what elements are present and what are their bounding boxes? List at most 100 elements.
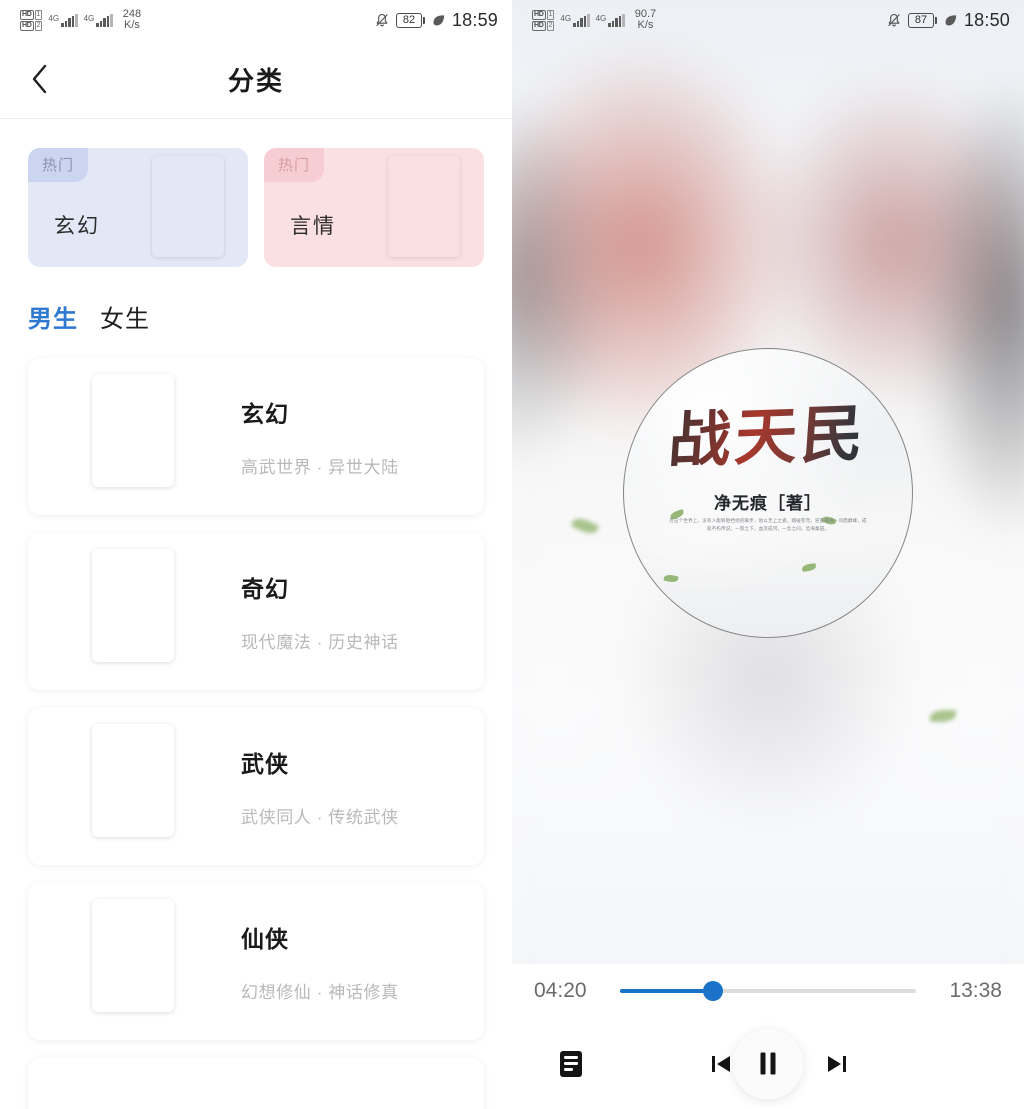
battery-percent: 82 [395, 12, 422, 28]
hot-card-xuanhuan[interactable]: 热门 玄幻 [28, 148, 248, 267]
clock-left: 18:59 [451, 9, 498, 30]
hd-label-1: HD [20, 9, 34, 20]
hot-card-covers-1 [136, 156, 240, 259]
hd-label-1: HD [532, 9, 546, 20]
book-author: 净无痕［著］ [714, 494, 822, 513]
category-title: 玄幻 [241, 401, 289, 427]
category-subtitle: 武侠同人 · 传统武侠 [241, 808, 399, 827]
category-title: 奇幻 [241, 576, 289, 602]
book-title: 战天民 [624, 401, 912, 476]
category-title: 仙侠 [241, 926, 289, 952]
category-card-xuanhuan[interactable]: 玄幻 高武世界 · 异世大陆 [28, 358, 484, 515]
tab-female[interactable]: 女生 [100, 299, 150, 334]
network-speed-unit: K/s [637, 19, 654, 31]
signal-bars-2 [608, 13, 625, 27]
progress-slider[interactable] [620, 981, 916, 1001]
progress-fill [620, 989, 713, 993]
battery-cap [422, 16, 425, 24]
leaf-power-saving-icon [945, 14, 957, 25]
tab-male[interactable]: 男生 [28, 299, 78, 334]
battery-cap [934, 16, 937, 24]
network-speed: 90.7 K/s [635, 9, 656, 31]
cover-center [92, 899, 174, 1012]
signal-bars-1 [573, 13, 590, 27]
hd-icon: HD 1 HD 2 [532, 9, 555, 31]
signal-bars-icon-1: 4G [560, 13, 590, 27]
cover-center [92, 724, 174, 837]
status-bar-left: HD 1 HD 2 4G 4G 248 K/s 82 18:59 [0, 0, 512, 40]
network-type-label-1: 4G [560, 13, 572, 23]
status-bar-left-icons: HD 1 HD 2 4G 4G 248 K/s [20, 9, 141, 31]
network-type-label-2: 4G [595, 13, 607, 23]
signal-bars-2 [96, 13, 113, 27]
category-list: 玄幻 高武世界 · 异世大陆 奇幻 现代魔法 · 历史神话 武侠 武侠同人 · … [0, 334, 512, 1109]
signal-bars-icon-1: 4G [48, 13, 78, 27]
cover-thumb-front [388, 156, 460, 257]
current-time: 04:20 [534, 979, 587, 1002]
dual-screenshot: HD 1 HD 2 4G 4G 248 K/s 82 18:59 分类 热门 玄… [0, 0, 1024, 1109]
total-time: 13:38 [949, 979, 1002, 1002]
hd-label-2: HD [20, 20, 34, 31]
category-text: 武侠 武侠同人 · 传统武侠 [241, 745, 399, 828]
category-card-partial[interactable] [28, 1058, 484, 1109]
cover-center [92, 549, 174, 662]
status-bar-right-icons: 82 18:59 [374, 10, 498, 31]
page-title: 分类 [227, 65, 284, 96]
hot-card-yanqing[interactable]: 热门 言情 [264, 148, 484, 267]
clock-right: 18:50 [963, 9, 1010, 30]
hot-card-name-1: 玄幻 [54, 215, 100, 238]
bell-mute-icon [888, 13, 900, 26]
chapter-list-button[interactable] [554, 1047, 588, 1081]
chapter-list-icon [560, 1050, 582, 1077]
leaf-decoration-icon [663, 573, 679, 584]
category-card-xianxia[interactable]: 仙侠 幻想修仙 · 神话修真 [28, 883, 484, 1040]
hot-badge-1: 热门 [28, 148, 89, 182]
cover-center [92, 374, 174, 487]
transport-buttons [512, 1018, 1024, 1109]
hot-card-covers-2 [372, 156, 476, 259]
hot-categories-row: 热门 玄幻 热门 言情 [0, 119, 512, 267]
gender-tabs: 男生 女生 [0, 267, 512, 334]
category-subtitle: 高武世界 · 异世大陆 [241, 458, 399, 477]
category-subtitle: 现代魔法 · 历史神话 [241, 633, 399, 652]
next-track-button[interactable] [820, 1047, 854, 1081]
play-pause-button[interactable] [732, 1028, 804, 1099]
status-bar-right: HD 1 HD 2 4G 4G 90.7 K/s 87 18:50 [512, 0, 1024, 40]
category-covers [53, 374, 213, 499]
sim-index-2: 2 [546, 20, 555, 31]
nav-bar: 分类 [0, 40, 512, 118]
category-title: 武侠 [241, 751, 289, 777]
book-blurb: 在这个世界上，没有人能够阻挡他的脚步，他以无上之姿，踏破苍穹，逆乱乾坤，问鼎巅峰… [669, 518, 867, 531]
category-screen: HD 1 HD 2 4G 4G 248 K/s 82 18:59 分类 热门 玄… [0, 0, 512, 1109]
status-bar-right-icons: 87 18:50 [886, 10, 1010, 31]
category-text: 奇幻 现代魔法 · 历史神话 [241, 570, 399, 653]
signal-bars-1 [61, 13, 78, 27]
category-covers [53, 549, 213, 674]
category-card-qihuan[interactable]: 奇幻 现代魔法 · 历史神话 [28, 533, 484, 690]
network-speed: 248 K/s [123, 9, 141, 31]
battery-percent: 87 [907, 12, 934, 28]
hd-icon: HD 1 HD 2 [20, 9, 43, 31]
leaf-decoration-icon [801, 563, 817, 572]
category-text: 仙侠 幻想修仙 · 神话修真 [241, 920, 399, 1003]
sim-index-1: 1 [34, 9, 43, 20]
battery-icon: 82 [395, 12, 425, 28]
progress-thumb[interactable] [702, 981, 723, 1001]
network-type-label-2: 4G [83, 13, 95, 23]
hot-badge-2: 热门 [264, 148, 325, 182]
skip-next-icon [828, 1055, 846, 1072]
player-controls: 04:20 13:38 [512, 964, 1024, 1109]
sim-index-1: 1 [546, 9, 555, 20]
hd-label-2: HD [532, 20, 546, 31]
battery-icon: 87 [907, 12, 937, 28]
album-art-disc: 战天民 净无痕［著］ 在这个世界上，没有人能够阻挡他的脚步，他以无上之姿，踏破苍… [623, 348, 913, 638]
network-type-label-1: 4G [48, 13, 60, 23]
category-card-wuxia[interactable]: 武侠 武侠同人 · 传统武侠 [28, 708, 484, 865]
leaf-power-saving-icon [433, 14, 445, 25]
album-art-wrapper[interactable]: 战天民 净无痕［著］ 在这个世界上，没有人能够阻挡他的脚步，他以无上之姿，踏破苍… [623, 348, 913, 638]
cover-thumb-front [152, 156, 224, 257]
sim-index-2: 2 [34, 20, 43, 31]
back-button[interactable] [20, 59, 60, 99]
category-covers [53, 724, 213, 849]
category-covers [53, 899, 213, 1024]
